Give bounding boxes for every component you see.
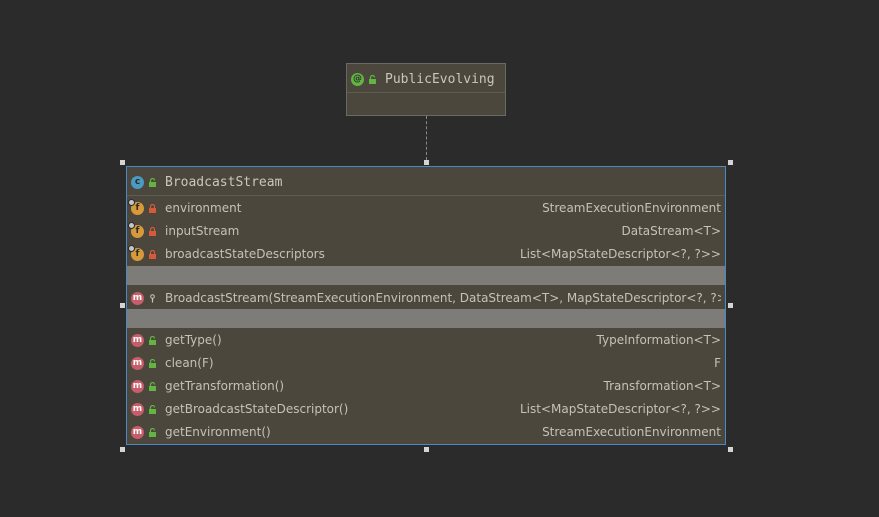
method-icon: m [131,402,144,416]
resize-handle-bottom[interactable] [424,447,429,452]
public-icon [149,381,156,391]
constructor-signature: BroadcastStream(StreamExecutionEnvironme… [165,291,721,305]
method-name: getEnvironment() [165,425,271,439]
method-name: getType() [165,333,222,347]
method-name: clean(F) [165,356,214,370]
method-return-type: StreamExecutionEnvironment [542,425,721,439]
public-icon [149,177,156,187]
package-private-icon [150,293,155,302]
resize-handle-top-left[interactable] [120,160,125,165]
field-icon: f [128,244,144,261]
method-row[interactable]: m clean(F) F [131,352,721,374]
method-icon: m [131,425,144,439]
method-row[interactable]: m getEnvironment() StreamExecutionEnviro… [131,421,721,443]
public-icon [149,358,156,368]
public-icon [149,427,156,437]
resize-handle-top[interactable] [424,160,429,165]
field-name: environment [165,201,242,215]
field-name: broadcastStateDescriptors [165,247,325,261]
method-icon: m [131,291,144,305]
method-icon: m [131,333,144,347]
field-type: List<MapStateDescriptor<?, ?>> [520,247,721,261]
field-row[interactable]: f broadcastStateDescriptors List<MapStat… [128,243,721,265]
annotation-node-publicevolving[interactable]: @ PublicEvolving [346,63,506,116]
method-return-type: TypeInformation<T> [596,333,721,347]
class-name: BroadcastStream [165,174,283,190]
constructor-row[interactable]: m BroadcastStream(StreamExecutionEnviron… [131,287,721,309]
resize-handle-right[interactable] [728,303,733,308]
section-separator [127,309,725,328]
resize-handle-bottom-right[interactable] [728,447,733,452]
field-row[interactable]: f environment StreamExecutionEnvironment [128,197,721,219]
method-return-type: F [714,356,721,370]
field-row[interactable]: f inputStream DataStream<T> [128,220,721,242]
public-icon [149,335,156,345]
annotation-connector-line [426,116,427,160]
class-node-broadcaststream[interactable]: c BroadcastStream f environment StreamEx… [126,166,726,445]
method-row[interactable]: m getBroadcastStateDescriptor() List<Map… [131,398,721,420]
section-separator [127,266,725,285]
method-icon: m [131,356,144,370]
class-title: c BroadcastStream [131,172,282,192]
method-name: getBroadcastStateDescriptor() [165,402,349,416]
resize-handle-bottom-left[interactable] [120,447,125,452]
method-return-type: Transformation<T> [603,379,721,393]
class-title-divider [127,195,725,196]
class-icon: c [131,175,144,189]
method-icon: m [131,379,144,393]
annotation-title: @ PublicEvolving [351,70,495,88]
annotation-divider [347,92,505,93]
method-name: getTransformation() [165,379,285,393]
private-lock-icon [149,249,156,259]
private-lock-icon [149,203,156,213]
private-lock-icon [149,226,156,236]
method-row[interactable]: m getType() TypeInformation<T> [131,329,721,351]
field-icon: f [128,198,144,215]
method-return-type: List<MapStateDescriptor<?, ?>> [520,402,721,416]
field-type: StreamExecutionEnvironment [542,201,721,215]
public-icon [149,404,156,414]
method-row[interactable]: m getTransformation() Transformation<T> [131,375,721,397]
field-name: inputStream [165,224,240,238]
resize-handle-top-right[interactable] [728,160,733,165]
resize-handle-left[interactable] [120,303,125,308]
field-icon: f [128,221,144,238]
field-type: DataStream<T> [621,224,721,238]
annotation-name: PublicEvolving [385,71,495,87]
annotation-icon: @ [351,72,364,86]
public-icon [369,74,376,84]
